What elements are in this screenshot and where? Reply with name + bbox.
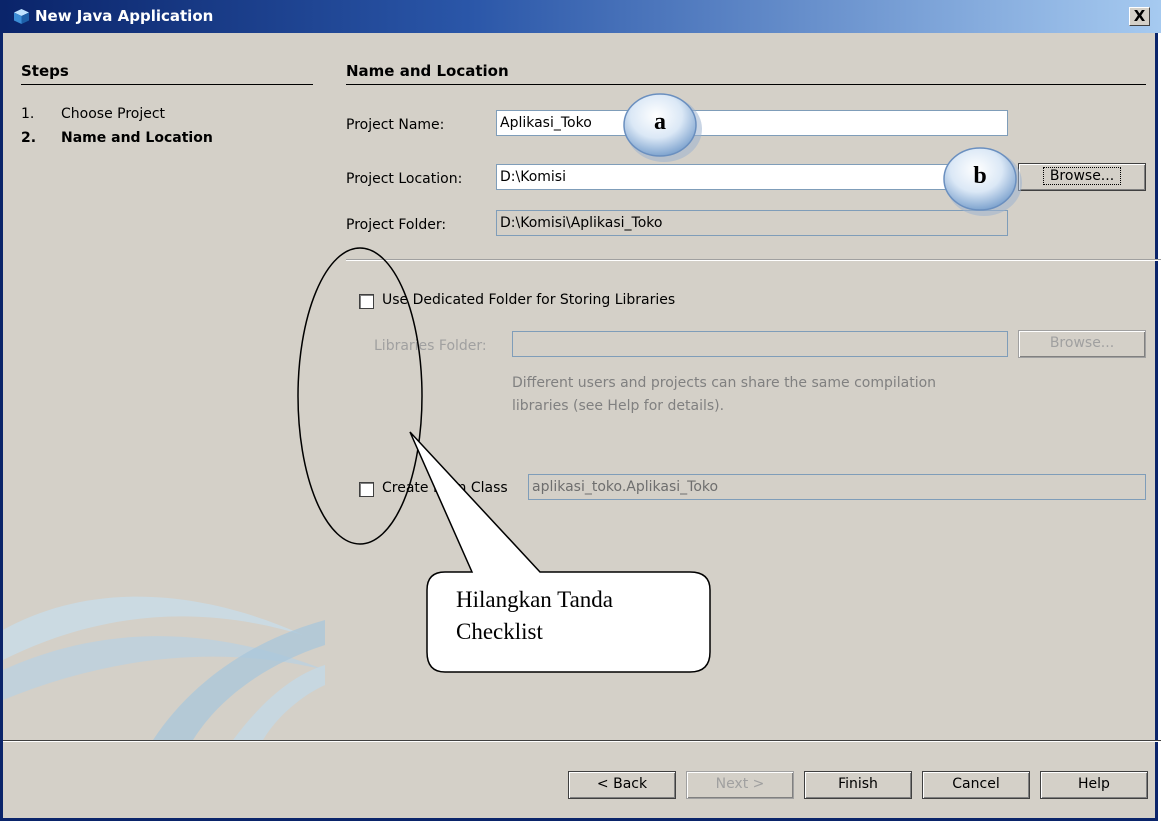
browse-location-button[interactable]: Browse... bbox=[1018, 163, 1146, 191]
panel-heading: Name and Location bbox=[346, 62, 509, 80]
bubble-b-label: b bbox=[973, 163, 987, 189]
step-name-and-location: 2. Name and Location bbox=[21, 130, 213, 146]
create-main-class-checkbox[interactable] bbox=[359, 482, 374, 497]
finish-button[interactable]: Finish bbox=[804, 771, 912, 799]
section-separator bbox=[346, 259, 1161, 261]
steps-divider bbox=[21, 84, 313, 85]
project-location-label: Project Location: bbox=[346, 171, 463, 187]
bubble-a-label: a bbox=[654, 109, 666, 135]
create-main-class-label: Create Main Class bbox=[382, 480, 508, 496]
step-choose-project: 1. Choose Project bbox=[21, 106, 166, 122]
cancel-button[interactable]: Cancel bbox=[922, 771, 1030, 799]
java-app-icon bbox=[14, 9, 29, 24]
libraries-help-line-1: Different users and projects can share t… bbox=[512, 375, 937, 391]
project-location-input[interactable]: D:\Komisi bbox=[496, 164, 1008, 190]
libraries-folder-input[interactable] bbox=[512, 331, 1008, 357]
callout-line-1: Hilangkan Tanda bbox=[456, 587, 614, 612]
project-name-input[interactable]: Aplikasi_Toko bbox=[496, 110, 1008, 136]
libraries-folder-label: Libraries Folder: bbox=[374, 338, 487, 354]
dialog-window: New Java Application X Steps 1. Choose Pr… bbox=[0, 0, 1161, 821]
next-button[interactable]: Next > bbox=[686, 771, 794, 799]
project-name-label: Project Name: bbox=[346, 117, 445, 133]
callout-line-2: Checklist bbox=[456, 619, 543, 644]
libraries-help-line-2: libraries (see Help for details). bbox=[512, 398, 725, 414]
footer-separator bbox=[3, 740, 1161, 742]
help-button[interactable]: Help bbox=[1040, 771, 1148, 799]
main-class-input[interactable]: aplikasi_toko.Aplikasi_Toko bbox=[528, 474, 1146, 500]
title-bar[interactable]: New Java Application X bbox=[3, 0, 1161, 33]
libraries-browse-button[interactable]: Browse... bbox=[1018, 330, 1146, 358]
window-title: New Java Application bbox=[35, 7, 214, 25]
dedicated-folder-label: Use Dedicated Folder for Storing Librari… bbox=[382, 292, 676, 308]
dedicated-folder-checkbox[interactable] bbox=[359, 294, 374, 309]
close-button[interactable]: X bbox=[1129, 7, 1150, 26]
steps-heading: Steps bbox=[21, 62, 69, 80]
netbeans-swoosh-graphic bbox=[3, 596, 325, 740]
project-folder-field: D:\Komisi\Aplikasi_Toko bbox=[496, 210, 1008, 236]
back-button[interactable]: < Back bbox=[568, 771, 676, 799]
project-folder-label: Project Folder: bbox=[346, 217, 447, 233]
callout-text: Hilangkan Tanda Checklist bbox=[456, 584, 696, 648]
panel-divider bbox=[346, 84, 1146, 85]
